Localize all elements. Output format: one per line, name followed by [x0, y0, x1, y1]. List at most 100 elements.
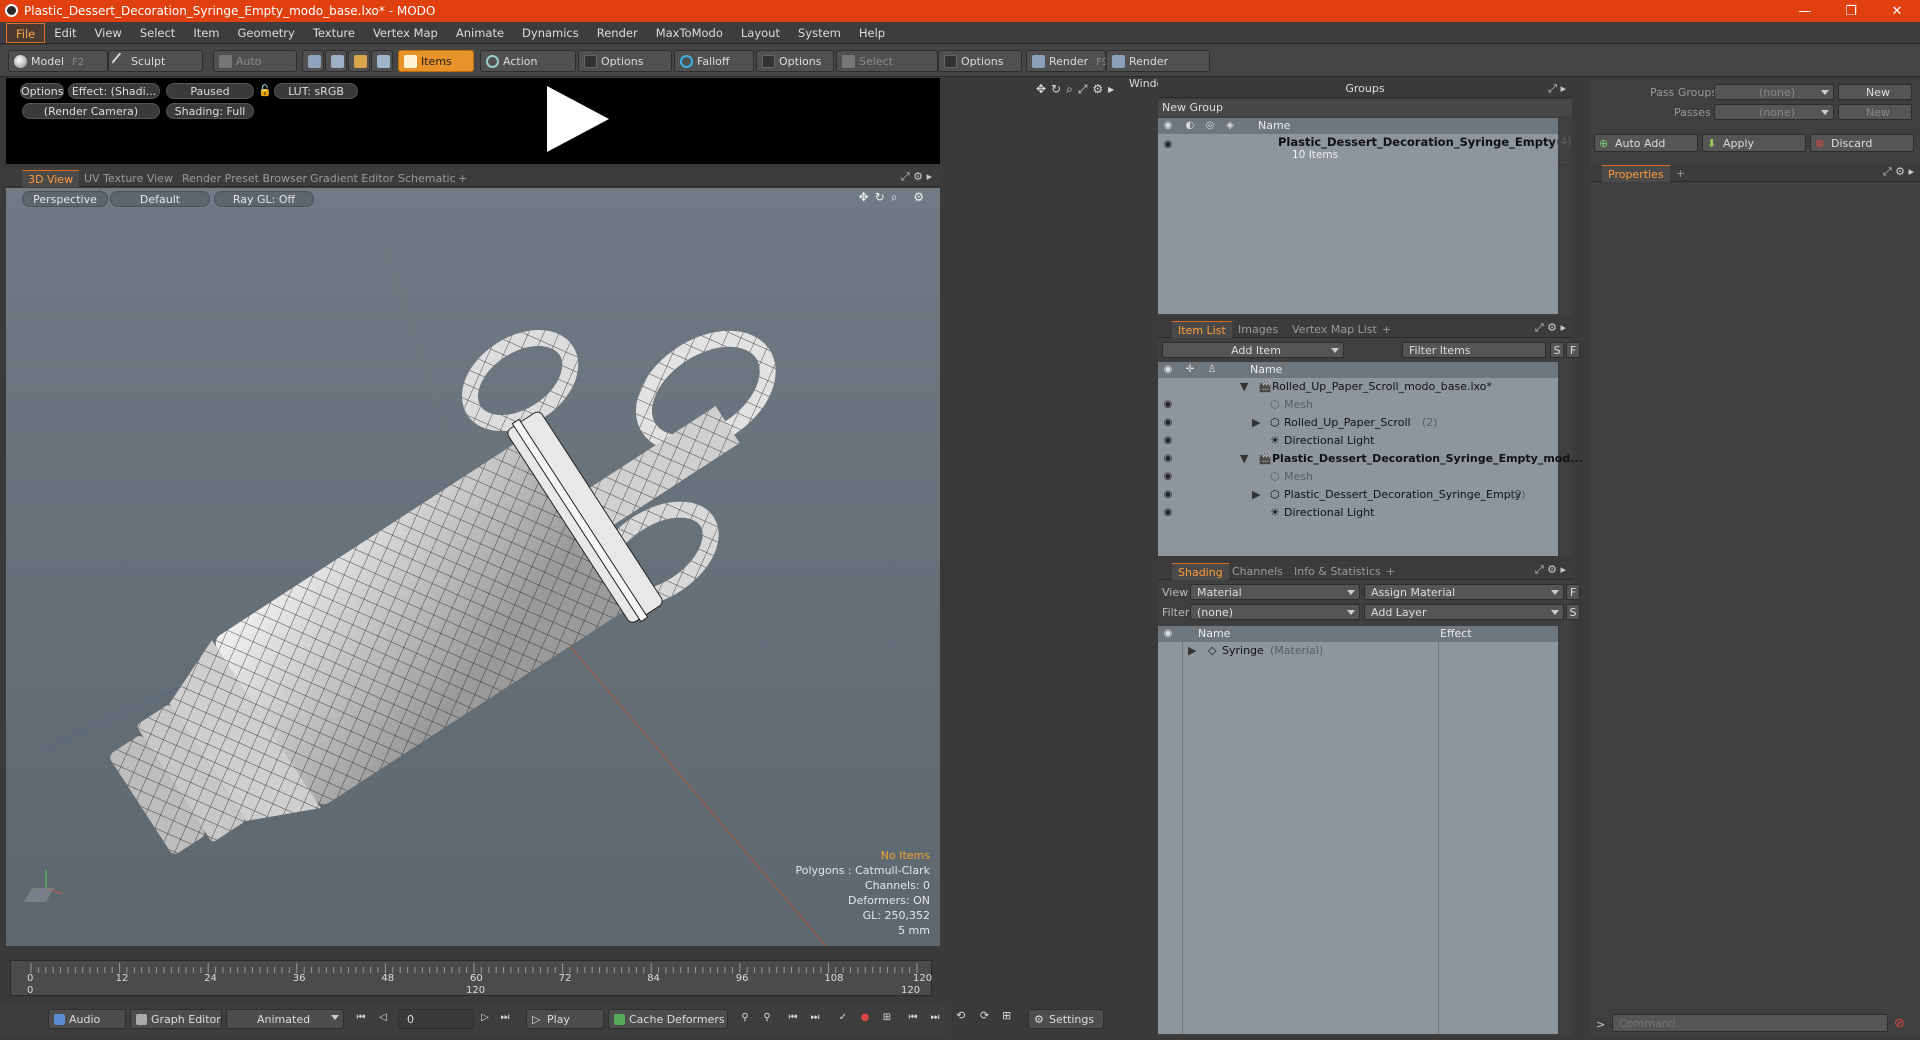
- visibility-eye-icon[interactable]: ◉: [1162, 450, 1174, 468]
- step-forward-icon[interactable]: ▷: [478, 1011, 492, 1025]
- visibility-eye-icon[interactable]: ◉: [1162, 432, 1174, 450]
- menu-animate[interactable]: Animate: [447, 23, 513, 43]
- new-group-button[interactable]: New Group: [1158, 100, 1572, 116]
- visibility-eye-icon[interactable]: ◉: [1162, 468, 1174, 486]
- tab-info-statistics[interactable]: Info & Statistics: [1288, 563, 1387, 580]
- list-item[interactable]: ▼ 🎬 Rolled_Up_Paper_Scroll_modo_base.lxo*: [1158, 378, 1558, 396]
- list-item[interactable]: ◉ ▼ 🎬 Plastic_Dessert_Decoration_Syringe_Em…: [1158, 450, 1583, 468]
- add-tab-button[interactable]: +: [1376, 321, 1397, 338]
- falloff-button[interactable]: Falloff: [674, 50, 754, 72]
- material-row[interactable]: ▶ ◇ Syringe (Material): [1158, 642, 1558, 660]
- filter-dropdown[interactable]: (none): [1190, 604, 1360, 620]
- menu-texture[interactable]: Texture: [304, 23, 364, 43]
- auto-select-button[interactable]: Auto Select: [213, 50, 297, 90]
- close-button[interactable]: ✕: [1874, 0, 1920, 22]
- tab-properties[interactable]: Properties: [1602, 165, 1670, 182]
- edges-mode-button[interactable]: [325, 50, 347, 72]
- visibility-eye-icon[interactable]: ◉: [1162, 486, 1174, 504]
- skip-start-icon[interactable]: ⏮: [354, 1011, 368, 1025]
- menu-view[interactable]: View: [86, 23, 131, 43]
- menu-dynamics[interactable]: Dynamics: [513, 23, 588, 43]
- menu-vertex-map[interactable]: Vertex Map: [364, 23, 447, 43]
- groups-expand-icon[interactable]: ⤢ ▸: [1548, 80, 1566, 98]
- select-options-button[interactable]: Options: [938, 50, 1022, 72]
- preview-effect-dropdown[interactable]: Effect: (Shadi...: [68, 83, 160, 99]
- tab-uv-texture-view[interactable]: UV Texture View: [78, 170, 179, 187]
- tab-images[interactable]: Images: [1232, 321, 1284, 338]
- item-list-expand-icon[interactable]: ⤢ ⚙ ▸: [1535, 321, 1566, 335]
- preview-options-button[interactable]: Options: [20, 83, 64, 99]
- select-through-button[interactable]: Select Through: [836, 50, 938, 90]
- cache-deformers-button[interactable]: Cache Deformers: [608, 1009, 728, 1029]
- shading-s-button[interactable]: S: [1566, 604, 1580, 620]
- list-item[interactable]: ◉ ⬡ Mesh: [1158, 396, 1558, 414]
- frame-input[interactable]: 0: [398, 1009, 474, 1029]
- key-all-icon[interactable]: ⚲: [760, 1011, 774, 1025]
- passes-dropdown[interactable]: (none): [1714, 104, 1834, 120]
- visibility-eye-icon[interactable]: ◉: [1162, 414, 1174, 432]
- render-window-button[interactable]: Render Window: [1106, 50, 1210, 90]
- tab-gradient-editor[interactable]: Gradient Editor: [304, 170, 400, 187]
- filter-f-button[interactable]: F: [1566, 342, 1580, 358]
- menu-item[interactable]: Item: [184, 23, 228, 43]
- expand-arrow-icon[interactable]: ▶: [1252, 414, 1260, 432]
- add-layer-dropdown[interactable]: Add Layer: [1364, 604, 1564, 620]
- new-pass-group-button[interactable]: New: [1838, 84, 1912, 100]
- record-icon[interactable]: ●: [858, 1011, 872, 1025]
- preview-nav-icons[interactable]: ✥↻⌕⤢⚙▸: [1036, 82, 1119, 97]
- visibility-eye-icon[interactable]: ◉: [1162, 136, 1174, 154]
- polygons-mode-button[interactable]: [348, 50, 370, 72]
- vertices-mode-button[interactable]: [302, 50, 324, 72]
- shading-f-button[interactable]: F: [1566, 584, 1580, 600]
- tab-item-list[interactable]: Item List: [1172, 321, 1232, 338]
- maximize-button[interactable]: ❐: [1828, 0, 1874, 22]
- preview-lut-dropdown[interactable]: LUT: sRGB: [274, 83, 358, 99]
- key-options-icon[interactable]: ⊞: [880, 1011, 894, 1025]
- tab-shading[interactable]: Shading: [1172, 563, 1229, 580]
- menu-edit[interactable]: Edit: [45, 23, 85, 43]
- tab-vertex-map-list[interactable]: Vertex Map List: [1286, 321, 1383, 338]
- falloff-options-button[interactable]: Options: [756, 50, 834, 72]
- graph-editor-button[interactable]: Graph Editor: [130, 1009, 222, 1029]
- viewport-expand-icon[interactable]: ⤢ ⚙ ▸: [901, 170, 932, 184]
- filter-s-button[interactable]: S: [1550, 342, 1564, 358]
- play-render-icon[interactable]: [547, 86, 609, 152]
- discard-button[interactable]: ⊗ Discard: [1810, 134, 1914, 152]
- next-frame-icon[interactable]: ⏭: [928, 1011, 942, 1025]
- command-expand-icon[interactable]: >: [1596, 1018, 1605, 1031]
- pass-groups-dropdown[interactable]: (none): [1714, 84, 1834, 100]
- shading-tree[interactable]: ◉ Name Effect ▶ ◇ Syringe (Material): [1158, 626, 1558, 1034]
- tab-channels[interactable]: Channels: [1226, 563, 1289, 580]
- add-tab-button[interactable]: +: [1380, 563, 1401, 580]
- list-item[interactable]: ◉ ▶ ⬡ Plastic_Dessert_Decoration_Syringe_Em…: [1158, 486, 1558, 504]
- 3d-viewport[interactable]: Perspective Default Ray GL: Off ✥↻⌕ ⚙ No…: [6, 188, 940, 946]
- expand-arrow-icon[interactable]: ▼: [1240, 450, 1248, 468]
- sequence-icon[interactable]: ⊞: [1002, 1009, 1018, 1025]
- animated-dropdown[interactable]: Animated: [226, 1009, 344, 1029]
- preview-camera-dropdown[interactable]: (Render Camera): [22, 103, 160, 119]
- settings-button[interactable]: ⚙ Settings: [1028, 1009, 1104, 1029]
- minimize-button[interactable]: —: [1782, 0, 1828, 22]
- assign-material-dropdown[interactable]: Assign Material: [1364, 584, 1564, 600]
- auto-key-icon[interactable]: ✓: [836, 1011, 850, 1025]
- auto-add-button[interactable]: ⊕ Auto Add: [1594, 134, 1698, 152]
- menu-layout[interactable]: Layout: [732, 23, 789, 43]
- menu-maxtomodo[interactable]: MaxToModo: [647, 23, 732, 43]
- model-mode-button[interactable]: Model F2: [8, 50, 108, 72]
- step-back-icon[interactable]: ◁: [376, 1011, 390, 1025]
- filter-items-input[interactable]: Filter Items: [1402, 342, 1546, 358]
- visibility-eye-icon[interactable]: ◉: [1162, 504, 1174, 522]
- shading-expand-icon[interactable]: ⤢ ⚙ ▸: [1535, 563, 1566, 577]
- prev-key-icon[interactable]: ⏮: [786, 1011, 800, 1025]
- timeline-ruler[interactable]: 0 12 24 36 48 60 72 84 96 108 120 0 120 …: [10, 960, 932, 996]
- loop-alt-icon[interactable]: ⟳: [980, 1009, 996, 1025]
- apply-button[interactable]: ⬇ Apply: [1702, 134, 1806, 152]
- menu-render[interactable]: Render: [588, 23, 647, 43]
- tab-3d-view[interactable]: 3D View: [22, 170, 80, 187]
- menu-system[interactable]: System: [789, 23, 850, 43]
- list-item[interactable]: ◉ ▶ ⬡ Rolled_Up_Paper_Scroll (2): [1158, 414, 1558, 432]
- action-center-options-button[interactable]: Options: [578, 50, 672, 72]
- tab-render-preset-browser[interactable]: Render Preset Browser: [176, 170, 313, 187]
- list-item[interactable]: ◉ ☀ Directional Light: [1158, 504, 1558, 522]
- timeline[interactable]: 0 12 24 36 48 60 72 84 96 108 120 0 120 …: [6, 956, 940, 1000]
